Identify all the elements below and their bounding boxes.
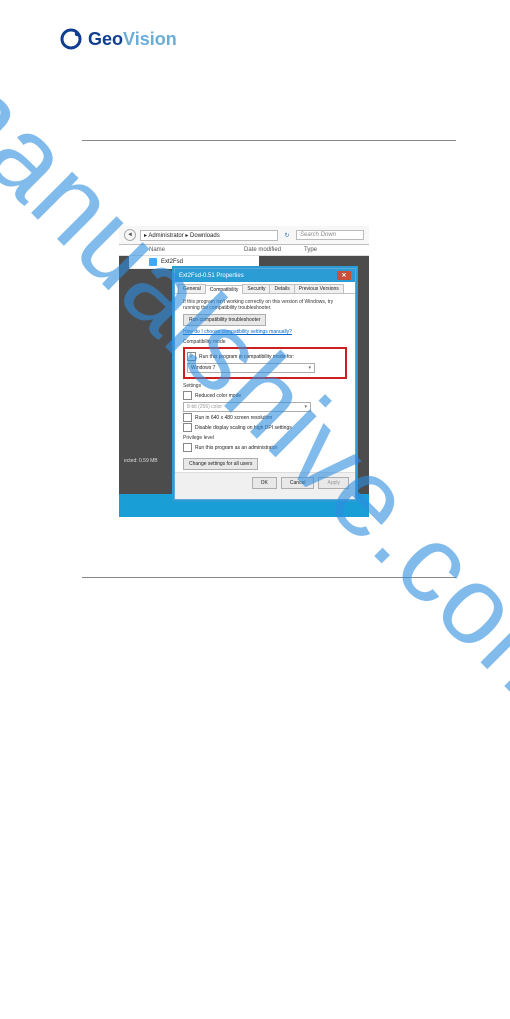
run-admin-checkbox[interactable]	[183, 443, 192, 452]
apply-button[interactable]: Apply	[318, 477, 349, 489]
back-icon[interactable]: ◄	[124, 229, 136, 241]
explorer-toolbar: ◄ ▸ Administrator ▸ Downloads ↻ Search D…	[119, 226, 369, 245]
logo-text: GeoVision	[88, 29, 177, 50]
status-line: ected: 0.59 MB	[124, 458, 158, 464]
chevron-down-icon: ▾	[308, 365, 311, 371]
resolution-label: Run in 640 x 480 screen resolution	[195, 415, 272, 421]
tab-security[interactable]: Security	[242, 284, 270, 293]
compat-mode-label: Run this program in compatibility mode f…	[199, 354, 294, 360]
dialog-title-text: Ext2Fsd-0.51 Properties	[179, 273, 244, 279]
dialog-titlebar[interactable]: Ext2Fsd-0.51 Properties ✕	[175, 269, 355, 282]
col-name[interactable]: Name	[149, 247, 244, 253]
group-compat-mode: Compatibility mode	[183, 339, 347, 345]
run-troubleshooter-button[interactable]: Run compatibility troubleshooter	[183, 314, 266, 326]
dialog-body: If this program isn't working correctly …	[175, 294, 355, 472]
dialog-button-row: OK Cancel Apply	[175, 472, 355, 493]
tab-strip: General Compatibility Security Details P…	[175, 282, 355, 294]
divider-top	[82, 140, 456, 141]
file-area: Ext2Fsd Ext2Fsd-0.51 Properties ✕ Genera…	[119, 256, 369, 494]
refresh-icon[interactable]: ↻	[282, 230, 292, 240]
file-icon	[149, 258, 157, 266]
group-settings: Settings	[183, 383, 347, 389]
help-link[interactable]: How do I choose compatibility settings m…	[183, 329, 347, 335]
color-mode-select: 8-bit (256) color ▾	[183, 402, 311, 412]
tab-compatibility[interactable]: Compatibility	[205, 285, 244, 294]
ok-button[interactable]: OK	[252, 477, 277, 489]
run-admin-label: Run this program as an administrator	[195, 445, 277, 451]
dpi-scaling-checkbox[interactable]	[183, 423, 192, 432]
tab-previous-versions[interactable]: Previous Versions	[294, 284, 344, 293]
dpi-scaling-label: Disable display scaling on high DPI sett…	[195, 425, 292, 431]
reduced-color-checkbox[interactable]	[183, 391, 192, 400]
logo-mark-icon	[60, 28, 82, 50]
reduced-color-label: Reduced color mode	[195, 393, 241, 399]
col-date[interactable]: Date modified	[244, 247, 304, 253]
cancel-button[interactable]: Cancel	[281, 477, 315, 489]
column-headers: Name Date modified Type	[119, 245, 369, 256]
help-text: If this program isn't working correctly …	[183, 299, 347, 311]
tab-details[interactable]: Details	[269, 284, 294, 293]
breadcrumb-path[interactable]: ▸ Administrator ▸ Downloads	[140, 230, 278, 241]
compat-mode-checkbox[interactable]	[187, 352, 196, 361]
compat-mode-value: Windows 7	[191, 365, 215, 371]
group-privilege: Privilege level	[183, 435, 347, 441]
properties-dialog: Ext2Fsd-0.51 Properties ✕ General Compat…	[174, 268, 356, 500]
chevron-down-icon: ▾	[304, 404, 307, 410]
highlight-box: Run this program in compatibility mode f…	[183, 347, 347, 379]
tab-general[interactable]: General	[178, 284, 206, 293]
screenshot-frame: ◄ ▸ Administrator ▸ Downloads ↻ Search D…	[119, 226, 369, 517]
close-icon[interactable]: ✕	[337, 271, 351, 280]
resolution-checkbox[interactable]	[183, 413, 192, 422]
search-input[interactable]: Search Down	[296, 230, 364, 240]
compat-mode-select[interactable]: Windows 7 ▾	[187, 363, 315, 373]
divider-bottom	[82, 577, 456, 578]
change-all-users-button[interactable]: Change settings for all users	[183, 458, 258, 470]
col-type[interactable]: Type	[304, 247, 344, 253]
brand-logo: GeoVision	[60, 28, 177, 50]
color-mode-value: 8-bit (256) color	[187, 404, 222, 410]
file-label: Ext2Fsd	[161, 259, 183, 265]
